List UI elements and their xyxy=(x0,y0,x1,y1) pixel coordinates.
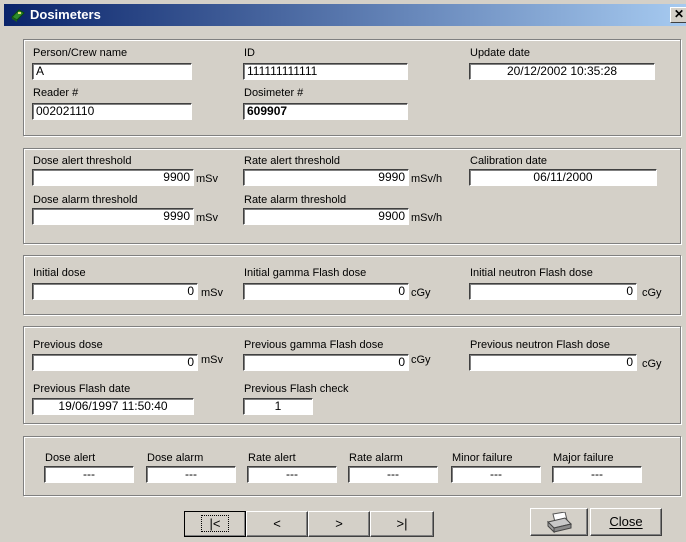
previous-record-icon: < xyxy=(273,516,281,531)
previous-record-button[interactable]: < xyxy=(246,511,308,537)
previous-gamma-unit: cGy xyxy=(411,354,431,366)
previous-flash-check-field[interactable]: 1 xyxy=(243,398,313,415)
previous-dose-unit: mSv xyxy=(201,354,223,366)
initial-dose-unit: mSv xyxy=(201,287,223,299)
minor-failure-label: Minor failure xyxy=(452,452,513,464)
dosimeters-window: Dosimeters ✕ Person/Crew name A ID 11111… xyxy=(0,0,686,542)
previous-neutron-label: Previous neutron Flash dose xyxy=(470,339,611,351)
rate-alert-threshold-label: Rate alert threshold xyxy=(244,155,340,167)
initial-dose-label: Initial dose xyxy=(33,267,86,279)
title-bar: Dosimeters ✕ xyxy=(4,4,686,26)
previous-dose-label: Previous dose xyxy=(33,339,103,351)
rate-alarm-threshold-label: Rate alarm threshold xyxy=(244,194,347,206)
printer-icon xyxy=(547,511,572,534)
last-record-icon: >| xyxy=(396,516,408,531)
dosimeter-field[interactable]: 609907 xyxy=(243,103,408,120)
major-failure-label: Major failure xyxy=(553,452,614,464)
dose-alert-status-field[interactable]: --- xyxy=(44,466,134,483)
window-title: Dosimeters xyxy=(30,7,101,22)
print-button[interactable] xyxy=(530,508,588,536)
person-label: Person/Crew name xyxy=(33,47,128,59)
dose-alarm-unit: mSv xyxy=(196,212,218,224)
rate-alert-unit: mSv/h xyxy=(411,173,443,185)
previous-neutron-unit: cGy xyxy=(642,358,662,370)
rate-alarm-status-label: Rate alarm xyxy=(349,452,403,464)
next-record-icon: > xyxy=(335,516,343,531)
last-record-button[interactable]: >| xyxy=(370,511,434,537)
initial-neutron-label: Initial neutron Flash dose xyxy=(470,267,593,279)
previous-neutron-field[interactable]: 0 xyxy=(469,354,637,371)
previous-gamma-label: Previous gamma Flash dose xyxy=(244,339,384,351)
reader-label: Reader # xyxy=(33,87,79,99)
close-label: Close xyxy=(609,514,643,529)
dosimeter-label: Dosimeter # xyxy=(244,87,304,99)
update-date-label: Update date xyxy=(470,47,530,59)
id-field[interactable]: 111111111111 xyxy=(243,63,408,80)
initial-dose-field[interactable]: 0 xyxy=(32,283,198,300)
close-icon: ✕ xyxy=(673,7,685,21)
first-record-button[interactable]: |< xyxy=(184,511,246,537)
first-record-icon: |< xyxy=(200,515,230,532)
initial-neutron-unit: cGy xyxy=(642,287,662,299)
dose-alert-threshold-label: Dose alert threshold xyxy=(33,155,132,167)
calibration-date-field[interactable]: 06/11/2000 xyxy=(469,169,657,186)
dose-alarm-threshold-label: Dose alarm threshold xyxy=(33,194,138,206)
close-button[interactable]: Close xyxy=(590,508,662,536)
initial-gamma-field[interactable]: 0 xyxy=(243,283,409,300)
rate-alarm-status-field[interactable]: --- xyxy=(348,466,438,483)
initial-gamma-label: Initial gamma Flash dose xyxy=(244,267,367,279)
dose-alarm-status-label: Dose alarm xyxy=(147,452,204,464)
previous-flash-check-label: Previous Flash check xyxy=(244,383,349,395)
major-failure-field[interactable]: --- xyxy=(552,466,642,483)
dosimeter-app-icon xyxy=(11,9,25,22)
update-date-field[interactable]: 20/12/2002 10:35:28 xyxy=(469,63,655,80)
person-field[interactable]: A xyxy=(32,63,192,80)
rate-alert-status-field[interactable]: --- xyxy=(247,466,337,483)
previous-gamma-field[interactable]: 0 xyxy=(243,354,409,371)
rate-alert-status-label: Rate alert xyxy=(248,452,296,464)
window-close-button[interactable]: ✕ xyxy=(670,7,686,23)
minor-failure-field[interactable]: --- xyxy=(451,466,541,483)
initial-neutron-field[interactable]: 0 xyxy=(469,283,637,300)
previous-flash-date-label: Previous Flash date xyxy=(33,383,131,395)
dose-alert-status-label: Dose alert xyxy=(45,452,96,464)
dose-alert-threshold-field[interactable]: 9900 xyxy=(32,169,194,186)
next-record-button[interactable]: > xyxy=(308,511,370,537)
dose-alarm-status-field[interactable]: --- xyxy=(146,466,236,483)
reader-field[interactable]: 002021110 xyxy=(32,103,192,120)
dose-alert-unit: mSv xyxy=(196,173,218,185)
dose-alarm-threshold-field[interactable]: 9990 xyxy=(32,208,194,225)
rate-alert-threshold-field[interactable]: 9990 xyxy=(243,169,409,186)
previous-dose-field[interactable]: 0 xyxy=(32,354,198,371)
calibration-date-label: Calibration date xyxy=(470,155,548,167)
rate-alarm-threshold-field[interactable]: 9900 xyxy=(243,208,409,225)
id-label: ID xyxy=(244,47,255,59)
rate-alarm-unit: mSv/h xyxy=(411,212,443,224)
previous-flash-date-field[interactable]: 19/06/1997 11:50:40 xyxy=(32,398,194,415)
initial-gamma-unit: cGy xyxy=(411,287,431,299)
